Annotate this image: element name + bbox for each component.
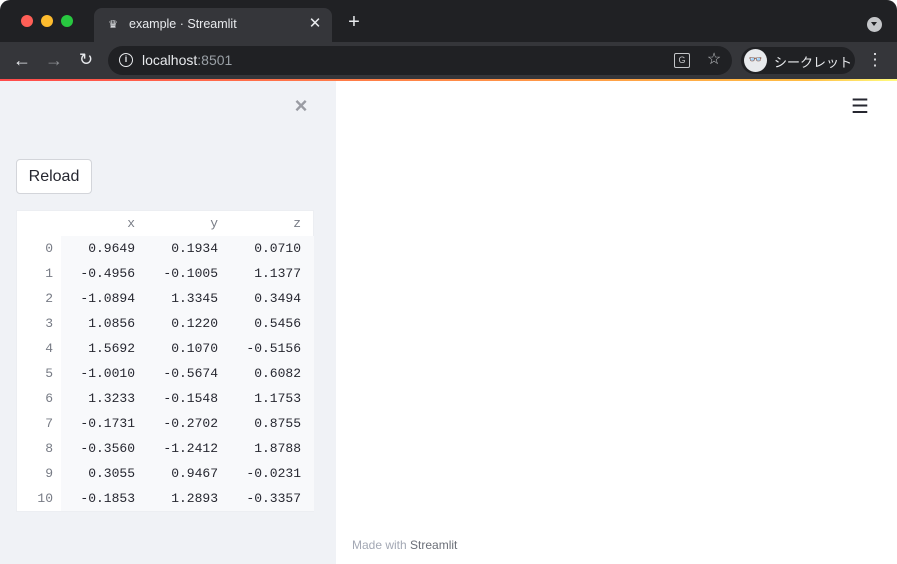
cell-z: 1.1753 bbox=[254, 391, 301, 406]
browser-toolbar: ← → ↻ i localhost:8501 G ☆ 👓 シークレット ⋮ bbox=[0, 42, 897, 79]
tab-search-icon[interactable] bbox=[867, 17, 882, 32]
cell-y: -0.1548 bbox=[163, 391, 218, 406]
cell-y: -1.2412 bbox=[163, 441, 218, 456]
cell-z: 1.1377 bbox=[254, 266, 301, 281]
streamlit-favicon-icon: ♛ bbox=[108, 19, 118, 31]
cell-z: -0.0231 bbox=[246, 466, 301, 481]
cell-y: 0.9467 bbox=[171, 466, 218, 481]
cell-y: 0.1220 bbox=[171, 316, 218, 331]
cell-x: -1.0894 bbox=[80, 291, 135, 306]
column-header-z[interactable]: z bbox=[226, 211, 309, 236]
table-row: 8 -0.3560 -1.2412 1.8788 bbox=[17, 436, 315, 461]
bookmark-star-icon[interactable]: ☆ bbox=[705, 50, 723, 70]
cell-z: -0.3357 bbox=[246, 491, 301, 506]
maximize-window-button[interactable] bbox=[61, 15, 73, 27]
table-row: 2 -1.0894 1.3345 0.3494 bbox=[17, 286, 315, 311]
tab-strip: ♛ example · Streamlit ✕ + bbox=[0, 0, 897, 42]
cell-x: -0.4956 bbox=[80, 266, 135, 281]
reload-button[interactable]: Reload bbox=[16, 159, 92, 194]
address-bar[interactable]: i localhost:8501 G ☆ bbox=[108, 46, 732, 75]
cell-z: 0.0710 bbox=[254, 241, 301, 256]
streamlit-link[interactable]: Streamlit bbox=[410, 538, 457, 552]
table-row: 9 0.3055 0.9467 -0.0231 bbox=[17, 461, 315, 486]
cell-y: 1.2893 bbox=[171, 491, 218, 506]
cell-x: 1.3233 bbox=[88, 391, 135, 406]
browser-tab-active[interactable]: ♛ example · Streamlit ✕ bbox=[94, 8, 332, 42]
close-window-button[interactable] bbox=[21, 15, 33, 27]
sidebar-close-icon[interactable]: × bbox=[290, 95, 312, 117]
cell-y: -0.1005 bbox=[163, 266, 218, 281]
url-port: :8501 bbox=[197, 52, 233, 68]
cell-x: 0.9649 bbox=[88, 241, 135, 256]
cell-z: 0.8755 bbox=[254, 416, 301, 431]
sidebar: × Reload x y z 0 0.9649 0.1934 0.0710 1 -0.49… bbox=[0, 81, 336, 564]
table-row: 1 -0.4956 -0.1005 1.1377 bbox=[17, 261, 315, 286]
cell-x: -0.1853 bbox=[80, 491, 135, 506]
tab-title: example · Streamlit bbox=[129, 17, 237, 31]
cell-x: -0.3560 bbox=[80, 441, 135, 456]
table-row: 10 -0.1853 1.2893 -0.3357 bbox=[17, 486, 315, 511]
hamburger-menu-icon[interactable]: ☰ bbox=[850, 97, 870, 117]
row-index: 5 bbox=[45, 366, 53, 381]
tab-close-icon[interactable]: ✕ bbox=[306, 15, 324, 33]
browser-menu-icon[interactable]: ⋮ bbox=[866, 49, 884, 71]
browser-window: ♛ example · Streamlit ✕ + ← → ↻ i localh… bbox=[0, 0, 897, 564]
table-row: 5 -1.0010 -0.5674 0.6082 bbox=[17, 361, 315, 386]
table-row: 7 -0.1731 -0.2702 0.8755 bbox=[17, 411, 315, 436]
index-header bbox=[17, 211, 61, 236]
cell-y: -0.2702 bbox=[163, 416, 218, 431]
column-header-x[interactable]: x bbox=[61, 211, 143, 236]
row-index: 4 bbox=[45, 341, 53, 356]
dataframe-header-row: x y z bbox=[17, 211, 315, 236]
cell-z: 0.6082 bbox=[254, 366, 301, 381]
translate-icon[interactable]: G bbox=[674, 53, 690, 68]
reload-icon[interactable]: ↻ bbox=[74, 48, 98, 72]
cell-y: -0.5674 bbox=[163, 366, 218, 381]
url-text[interactable]: localhost:8501 bbox=[142, 52, 232, 68]
cell-z: 1.8788 bbox=[254, 441, 301, 456]
row-index: 2 bbox=[45, 291, 53, 306]
main-content: ☰ Made with Streamlit bbox=[336, 81, 897, 564]
row-index: 0 bbox=[45, 241, 53, 256]
cell-x: 1.5692 bbox=[88, 341, 135, 356]
column-header-y[interactable]: y bbox=[143, 211, 226, 236]
url-host: localhost bbox=[142, 52, 198, 68]
cell-x: 1.0856 bbox=[88, 316, 135, 331]
table-row: 4 1.5692 0.1070 -0.5156 bbox=[17, 336, 315, 361]
dataframe: x y z 0 0.9649 0.1934 0.0710 1 -0.4956 -0.1005… bbox=[16, 210, 314, 512]
cell-x: 0.3055 bbox=[88, 466, 135, 481]
incognito-profile-button[interactable]: 👓 シークレット bbox=[741, 47, 855, 74]
row-index: 6 bbox=[45, 391, 53, 406]
row-index: 1 bbox=[45, 266, 53, 281]
cell-y: 1.3345 bbox=[171, 291, 218, 306]
table-row: 3 1.0856 0.1220 0.5456 bbox=[17, 311, 315, 336]
row-index: 3 bbox=[45, 316, 53, 331]
cell-x: -1.0010 bbox=[80, 366, 135, 381]
cell-z: -0.5156 bbox=[246, 341, 301, 356]
forward-arrow-icon[interactable]: → bbox=[42, 48, 66, 72]
row-index: 7 bbox=[45, 416, 53, 431]
back-arrow-icon[interactable]: ← bbox=[10, 48, 34, 72]
table-row: 0 0.9649 0.1934 0.0710 bbox=[17, 236, 315, 261]
cell-z: 0.3494 bbox=[254, 291, 301, 306]
cell-y: 0.1070 bbox=[171, 341, 218, 356]
cell-z: 0.5456 bbox=[254, 316, 301, 331]
new-tab-button[interactable]: + bbox=[344, 12, 364, 32]
footer-prefix: Made with bbox=[352, 538, 411, 552]
cell-y: 0.1934 bbox=[171, 241, 218, 256]
row-index: 10 bbox=[37, 491, 53, 506]
row-index: 9 bbox=[45, 466, 53, 481]
incognito-icon: 👓 bbox=[744, 49, 767, 72]
minimize-window-button[interactable] bbox=[41, 15, 53, 27]
footer: Made with Streamlit bbox=[352, 538, 457, 552]
cell-x: -0.1731 bbox=[80, 416, 135, 431]
site-info-icon[interactable]: i bbox=[119, 53, 133, 67]
row-index: 8 bbox=[45, 441, 53, 456]
incognito-label: シークレット bbox=[774, 55, 853, 70]
table-row: 6 1.3233 -0.1548 1.1753 bbox=[17, 386, 315, 411]
